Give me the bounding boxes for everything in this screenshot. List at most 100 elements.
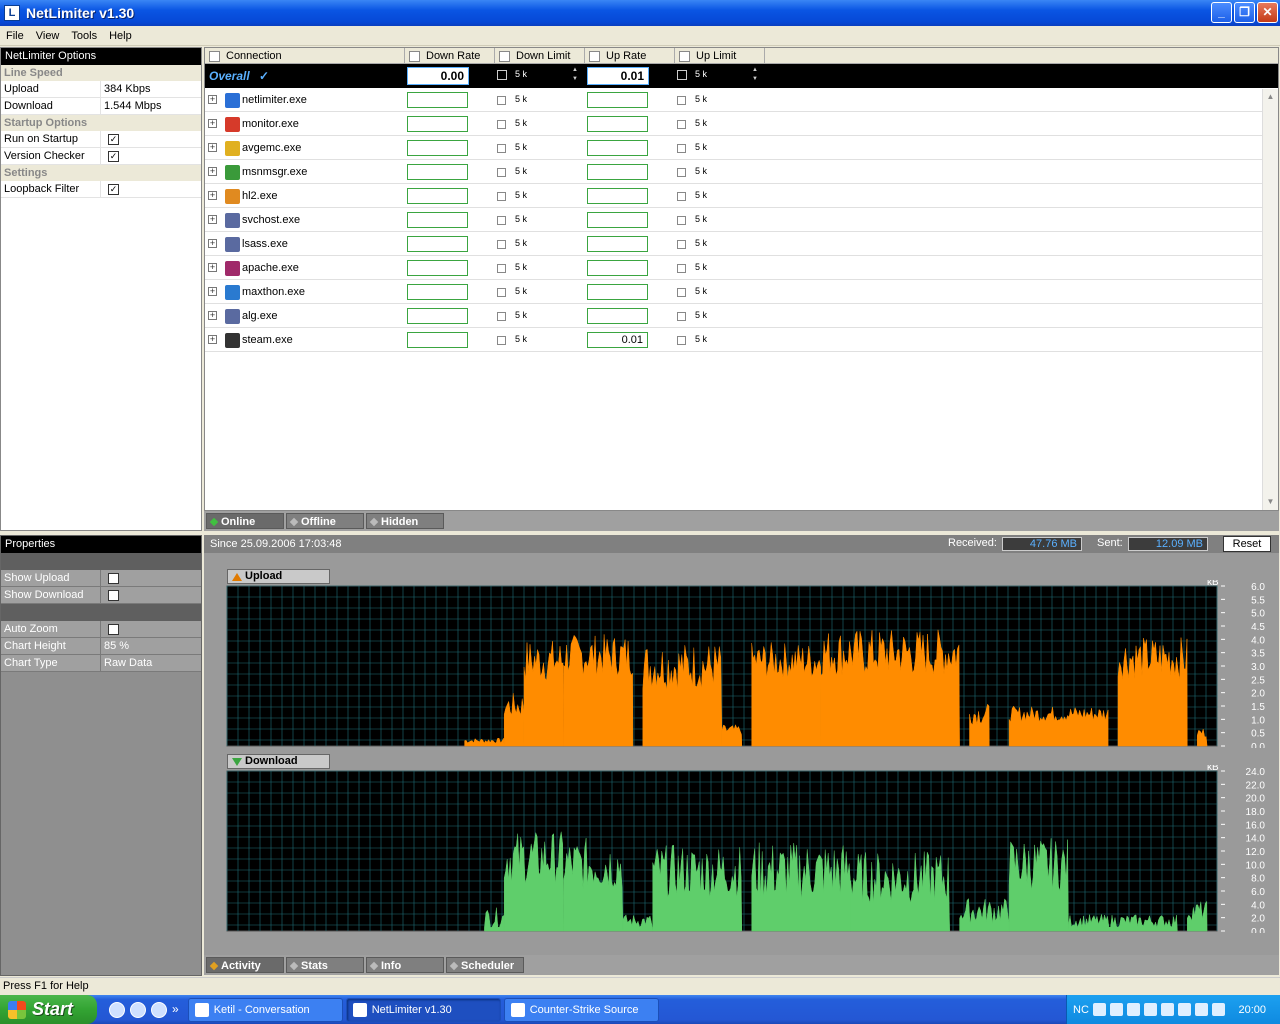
down-limit-checkbox[interactable]: [497, 312, 506, 321]
down-limit-value[interactable]: 5 k: [515, 238, 527, 248]
up-limit-checkbox[interactable]: [677, 216, 686, 225]
up-limit-value[interactable]: 5 k: [695, 214, 707, 224]
tab-scheduler[interactable]: Scheduler: [446, 957, 524, 973]
tray-monitor-icon[interactable]: [1177, 1003, 1191, 1016]
overall-down-limit-spinner[interactable]: ▲ ▼: [570, 66, 580, 86]
up-limit-checkbox[interactable]: [677, 312, 686, 321]
down-limit-checkbox[interactable]: [497, 336, 506, 345]
up-limit-value[interactable]: 5 k: [695, 286, 707, 296]
title-bar[interactable]: L NetLimiter v1.30 _ ❐ ✕: [0, 0, 1280, 26]
up-limit-checkbox[interactable]: [677, 168, 686, 177]
up-limit-checkbox[interactable]: [677, 120, 686, 129]
down-limit-value[interactable]: 5 k: [515, 142, 527, 152]
close-button[interactable]: ✕: [1257, 2, 1278, 23]
up-limit-value[interactable]: 5 k: [695, 190, 707, 200]
scroll-up-arrow-icon[interactable]: ▲: [1263, 89, 1278, 105]
up-limit-value[interactable]: 5 k: [695, 118, 707, 128]
down-limit-value[interactable]: 5 k: [515, 166, 527, 176]
overall-up-limit[interactable]: 5 k: [695, 69, 707, 79]
up-limit-value[interactable]: 5 k: [695, 142, 707, 152]
download-speed-value[interactable]: 1.544 Mbps: [101, 98, 201, 114]
scroll-down-arrow-icon[interactable]: ▼: [1263, 494, 1278, 510]
up-limit-value[interactable]: 5 k: [695, 262, 707, 272]
tab-info[interactable]: Info: [366, 957, 444, 973]
col-down-limit[interactable]: Down Limit: [495, 48, 585, 64]
menu-help[interactable]: Help: [103, 30, 138, 42]
auto-zoom-checkbox[interactable]: ✓: [108, 623, 119, 635]
table-row[interactable]: + svchost.exe 5 k 5 k: [205, 208, 1278, 232]
col-up-rate[interactable]: Up Rate: [585, 48, 675, 64]
down-limit-value[interactable]: 5 k: [515, 334, 527, 344]
quicklaunch-more-icon[interactable]: »: [172, 1002, 179, 1018]
upload-speed-row[interactable]: Upload 384 Kbps: [1, 81, 201, 98]
up-limit-checkbox[interactable]: [677, 264, 686, 273]
overall-up-limit-checkbox[interactable]: [677, 70, 687, 80]
restore-button[interactable]: ❐: [1234, 2, 1255, 23]
expand-icon[interactable]: +: [208, 311, 217, 320]
down-limit-checkbox[interactable]: [497, 168, 506, 177]
up-limit-value[interactable]: 5 k: [695, 166, 707, 176]
table-row[interactable]: + lsass.exe 5 k 5 k: [205, 232, 1278, 256]
expand-icon[interactable]: +: [208, 95, 217, 104]
chart-type-row[interactable]: Chart Type Raw Data: [1, 655, 201, 672]
up-limit-value[interactable]: 5 k: [695, 310, 707, 320]
expand-icon[interactable]: +: [208, 143, 217, 152]
table-row[interactable]: + steam.exe 5 k 0.01 5 k: [205, 328, 1278, 352]
down-limit-checkbox[interactable]: [497, 144, 506, 153]
tab-stats[interactable]: Stats: [286, 957, 364, 973]
down-limit-checkbox[interactable]: [497, 120, 506, 129]
tray-maxthon-icon[interactable]: [1109, 1003, 1123, 1016]
expand-icon[interactable]: +: [208, 119, 217, 128]
tray-green-icon[interactable]: [1143, 1003, 1157, 1016]
col-connection[interactable]: Connection: [205, 48, 405, 64]
expand-icon[interactable]: +: [208, 263, 217, 272]
tray-language-text[interactable]: NC: [1073, 1004, 1089, 1016]
expand-icon[interactable]: +: [208, 191, 217, 200]
down-limit-value[interactable]: 5 k: [515, 190, 527, 200]
table-row[interactable]: + avgemc.exe 5 k 5 k: [205, 136, 1278, 160]
version-checker-checkbox[interactable]: ✓: [108, 150, 119, 162]
down-limit-checkbox[interactable]: [497, 264, 506, 273]
tab-hidden[interactable]: Hidden: [366, 513, 444, 529]
down-limit-checkbox[interactable]: [497, 288, 506, 297]
taskbar-ketil-conversation[interactable]: Ketil - Conversation: [187, 997, 343, 1022]
reset-button[interactable]: Reset: [1223, 536, 1271, 552]
tray-netlimiter-icon[interactable]: [1194, 1003, 1208, 1016]
messenger-quicklaunch-icon[interactable]: [130, 1001, 146, 1018]
down-limit-checkbox[interactable]: [497, 96, 506, 105]
upload-speed-value[interactable]: 384 Kbps: [101, 81, 201, 97]
up-limit-checkbox[interactable]: [677, 144, 686, 153]
show-upload-checkbox[interactable]: ✓: [108, 572, 119, 584]
grid-scrollbar[interactable]: ▲ ▼: [1262, 89, 1278, 510]
taskbar-counter-strike[interactable]: Counter-Strike Source: [503, 997, 659, 1022]
table-row[interactable]: + netlimiter.exe 5 k 5 k: [205, 88, 1278, 112]
download-speed-row[interactable]: Download 1.544 Mbps: [1, 98, 201, 115]
chart-height-row[interactable]: Chart Height 85 %: [1, 638, 201, 655]
up-limit-checkbox[interactable]: [677, 240, 686, 249]
down-limit-value[interactable]: 5 k: [515, 262, 527, 272]
run-on-startup-checkbox[interactable]: ✓: [108, 133, 119, 145]
minimize-button[interactable]: _: [1211, 2, 1232, 23]
down-limit-checkbox[interactable]: [497, 192, 506, 201]
start-button[interactable]: Start: [0, 995, 97, 1024]
chart-height-value[interactable]: 85 %: [101, 638, 201, 654]
down-limit-value[interactable]: 5 k: [515, 286, 527, 296]
menu-tools[interactable]: Tools: [65, 30, 103, 42]
tray-arrow-icon[interactable]: [1092, 1003, 1106, 1016]
overall-up-limit-spinner[interactable]: ▲ ▼: [750, 66, 760, 86]
up-limit-checkbox[interactable]: [677, 288, 686, 297]
down-limit-value[interactable]: 5 k: [515, 118, 527, 128]
overall-row[interactable]: Overall ✓ 0.00 5 k ▲ ▼ 0.01 5 k ▲ ▼: [205, 64, 1278, 88]
up-limit-value[interactable]: 5 k: [695, 94, 707, 104]
expand-icon[interactable]: +: [208, 167, 217, 176]
table-row[interactable]: + apache.exe 5 k 5 k: [205, 256, 1278, 280]
menu-view[interactable]: View: [30, 30, 66, 42]
taskbar-netlimiter[interactable]: NetLimiter v1.30: [345, 997, 501, 1022]
tab-activity[interactable]: Activity: [206, 957, 284, 973]
table-row[interactable]: + maxthon.exe 5 k 5 k: [205, 280, 1278, 304]
table-row[interactable]: + alg.exe 5 k 5 k: [205, 304, 1278, 328]
down-limit-value[interactable]: 5 k: [515, 310, 527, 320]
up-limit-checkbox[interactable]: [677, 96, 686, 105]
tab-online[interactable]: Online: [206, 513, 284, 529]
col-up-limit[interactable]: Up Limit: [675, 48, 765, 64]
